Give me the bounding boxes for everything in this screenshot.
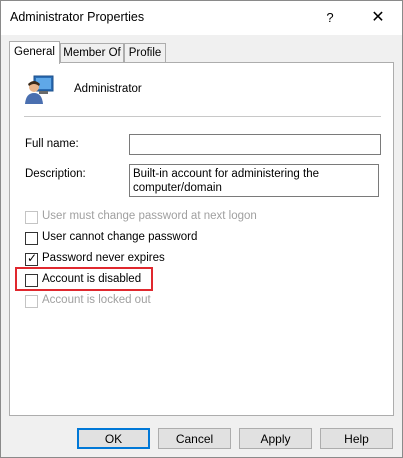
checkmark-icon: ✓ bbox=[27, 251, 38, 265]
highlight-box bbox=[15, 267, 153, 291]
dialog-title: Administrator Properties bbox=[10, 10, 145, 24]
help-button[interactable]: Help bbox=[320, 428, 393, 449]
checkbox[interactable] bbox=[25, 211, 38, 224]
full-name-field[interactable] bbox=[129, 134, 381, 155]
close-icon[interactable]: ✕ bbox=[355, 1, 401, 35]
tab-general[interactable]: General bbox=[9, 41, 60, 64]
title-bar: Administrator Properties ? ✕ bbox=[1, 1, 402, 35]
checkbox[interactable] bbox=[25, 232, 38, 245]
user-icon bbox=[25, 75, 54, 104]
checkbox[interactable] bbox=[25, 295, 38, 308]
user-name: Administrator bbox=[74, 83, 142, 95]
option-label: User cannot change password bbox=[42, 231, 198, 243]
help-icon[interactable]: ? bbox=[307, 1, 353, 35]
option-label: User must change password at next logon bbox=[42, 210, 257, 222]
apply-button[interactable]: Apply bbox=[239, 428, 312, 449]
cancel-button[interactable]: Cancel bbox=[158, 428, 231, 449]
general-tab-panel: Administrator Full name: Description: Bu… bbox=[9, 62, 394, 416]
ok-button[interactable]: OK bbox=[77, 428, 150, 449]
description-field[interactable]: Built-in account for administering the c… bbox=[129, 164, 379, 197]
option-label: Account is locked out bbox=[42, 294, 151, 306]
full-name-label: Full name: bbox=[25, 138, 79, 150]
separator bbox=[24, 116, 381, 117]
tab-profile[interactable]: Profile bbox=[124, 43, 166, 62]
properties-dialog: Administrator Properties ? ✕ General Mem… bbox=[0, 0, 403, 458]
checkbox-checked[interactable]: ✓ bbox=[25, 251, 38, 266]
option-label: Password never expires bbox=[42, 252, 165, 264]
tab-member-of[interactable]: Member Of bbox=[60, 43, 124, 62]
description-label: Description: bbox=[25, 168, 86, 180]
